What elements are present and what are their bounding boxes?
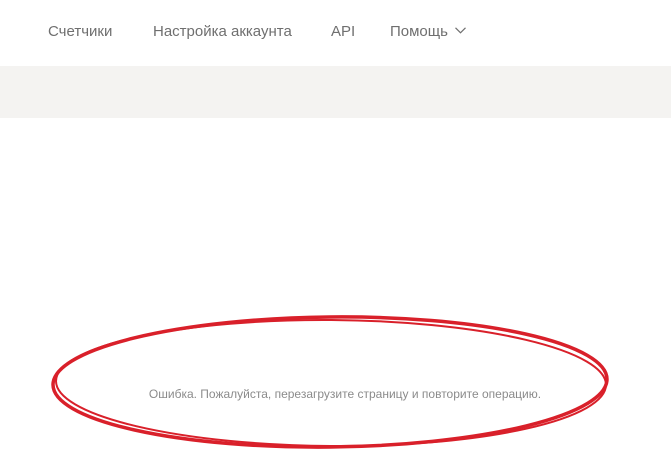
- page: Счетчики Настройка аккаунта API Помощь О…: [0, 0, 671, 465]
- nav-item-account-settings[interactable]: Настройка аккаунта: [153, 22, 292, 42]
- error-message: Ошибка. Пожалуйста, перезагрузите страни…: [148, 387, 542, 401]
- red-ellipse-annotation: [51, 315, 609, 449]
- chevron-down-icon: [455, 27, 467, 34]
- nav-item-help[interactable]: Помощь: [390, 22, 467, 42]
- nav-item-counters[interactable]: Счетчики: [48, 22, 112, 42]
- nav-item-help-label: Помощь: [390, 23, 448, 40]
- top-navigation: Счетчики Настройка аккаунта API Помощь: [0, 0, 671, 66]
- nav-item-api[interactable]: API: [331, 22, 355, 42]
- sub-header-bar: [0, 66, 671, 118]
